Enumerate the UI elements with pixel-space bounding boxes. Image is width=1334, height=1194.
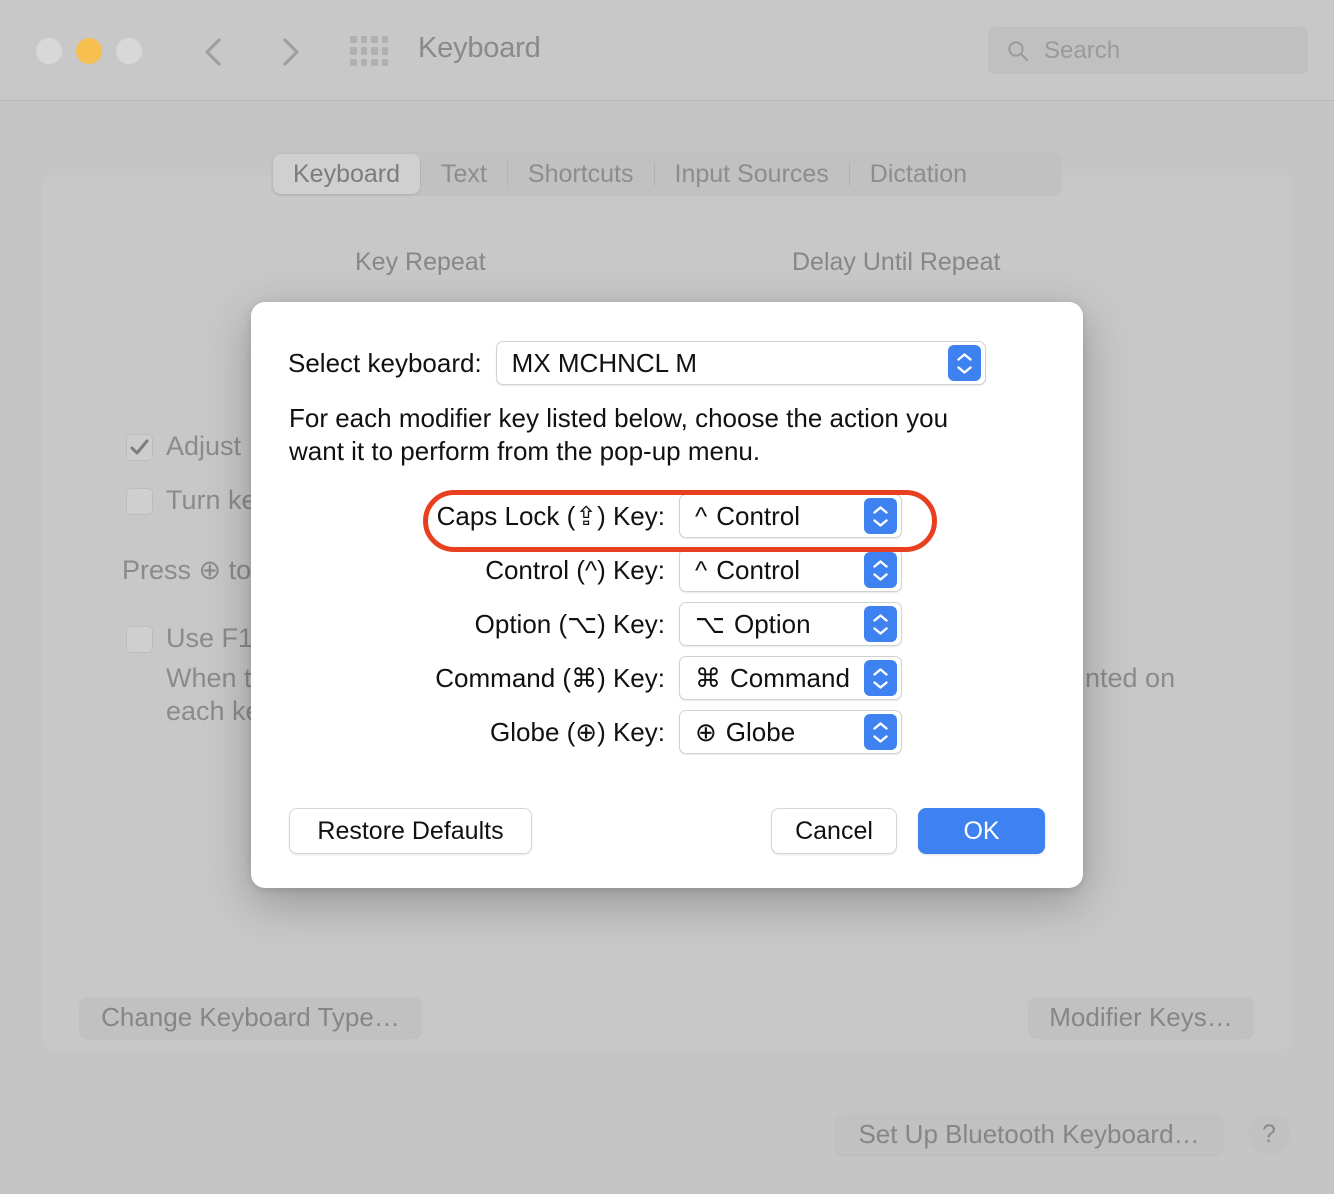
command-glyph-icon: ⌘: [695, 662, 721, 693]
control-label: Control (^) Key:: [485, 554, 665, 585]
caps-lock-select-value: Control: [716, 500, 801, 531]
globe-select-value: Globe: [725, 716, 796, 747]
use-fkeys-checkbox[interactable]: [126, 626, 153, 653]
help-button[interactable]: ?: [1248, 1113, 1290, 1155]
control-glyph-icon: ^: [695, 500, 708, 531]
caps-lock-select[interactable]: ^ Control: [679, 494, 902, 538]
window-titlebar: Keyboard Search: [0, 0, 1334, 101]
adjust-brightness-label: Adjust: [166, 431, 242, 461]
option-select-value: Option: [733, 608, 811, 639]
key-repeat-label: Key Repeat: [355, 248, 486, 276]
ok-button[interactable]: OK: [918, 808, 1045, 854]
command-label: Command (⌘) Key:: [435, 662, 665, 693]
delay-until-repeat-label: Delay Until Repeat: [792, 248, 1001, 276]
command-select[interactable]: ⌘ Command: [679, 656, 902, 700]
stepper-icon[interactable]: [864, 552, 897, 588]
search-icon: [1006, 39, 1030, 63]
cancel-button[interactable]: Cancel: [771, 808, 897, 854]
modifier-row-control: Control (^) Key: ^ Control: [251, 543, 1083, 597]
chevron-left-icon: [205, 38, 221, 66]
command-select-value: Command: [730, 662, 850, 693]
stepper-icon[interactable]: [947, 345, 981, 381]
dialog-instruction: For each modifier key listed below, choo…: [289, 403, 949, 466]
restore-defaults-button[interactable]: Restore Defaults: [289, 808, 532, 854]
turn-keyboard-backlight-checkbox[interactable]: [126, 488, 153, 515]
set-up-bluetooth-keyboard-button[interactable]: Set Up Bluetooth Keyboard…: [834, 1113, 1224, 1155]
turn-keyboard-backlight-label: Turn ke: [166, 485, 257, 515]
globe-glyph-icon: ⊕: [695, 716, 717, 747]
select-keyboard-label: Select keyboard:: [288, 347, 482, 378]
forward-button[interactable]: [268, 30, 312, 74]
chevron-right-icon: [283, 38, 299, 66]
search-input[interactable]: Search: [988, 27, 1308, 74]
page-title: Keyboard: [418, 32, 541, 64]
fkey-note-line1: When t: [166, 663, 252, 693]
minimize-button[interactable]: [76, 38, 102, 64]
modifier-keys-button[interactable]: Modifier Keys…: [1028, 997, 1254, 1038]
control-select-value: Control: [716, 554, 801, 585]
stepper-icon[interactable]: [864, 498, 897, 534]
tab-input-sources[interactable]: Input Sources: [655, 154, 849, 194]
modifier-keys-dialog: Select keyboard: MX MCHNCL M For each mo…: [251, 302, 1083, 888]
globe-select[interactable]: ⊕ Globe: [679, 710, 902, 754]
checkmark-icon: [130, 439, 149, 455]
fkey-note-right: nted on: [1085, 663, 1176, 693]
tab-bar: Keyboard Text Shortcuts Input Sources Di…: [271, 152, 1062, 196]
keyboard-select[interactable]: MX MCHNCL M: [495, 341, 986, 385]
select-keyboard-row: Select keyboard: MX MCHNCL M: [288, 341, 1046, 385]
traffic-light-buttons: [36, 38, 142, 64]
modifier-row-option: Option (⌥) Key: ⌥ Option: [251, 597, 1083, 651]
keyboard-preferences-window: Keyboard Search Keyboard Text Shortcuts …: [0, 0, 1334, 1194]
stepper-icon[interactable]: [864, 714, 897, 750]
stepper-icon[interactable]: [864, 606, 897, 642]
stepper-icon[interactable]: [864, 660, 897, 696]
option-label: Option (⌥) Key:: [474, 608, 665, 639]
tab-text[interactable]: Text: [421, 154, 507, 194]
option-glyph-icon: ⌥: [695, 608, 725, 639]
globe-label: Globe (⊕) Key:: [490, 716, 665, 747]
option-select[interactable]: ⌥ Option: [679, 602, 902, 646]
dialog-footer: Restore Defaults Cancel OK: [251, 808, 1083, 858]
change-keyboard-type-button[interactable]: Change Keyboard Type…: [79, 997, 422, 1038]
tab-dictation[interactable]: Dictation: [850, 154, 987, 194]
use-fkeys-label: Use F1,: [166, 623, 261, 653]
fkey-note-line2: each ke: [166, 696, 261, 726]
control-glyph-icon: ^: [695, 554, 708, 585]
back-button[interactable]: [192, 30, 236, 74]
modifier-row-command: Command (⌘) Key: ⌘ Command: [251, 651, 1083, 705]
tab-shortcuts[interactable]: Shortcuts: [508, 154, 654, 194]
close-button[interactable]: [36, 38, 62, 64]
modifier-row-globe: Globe (⊕) Key: ⊕ Globe: [251, 705, 1083, 759]
modifier-row-caps-lock: Caps Lock (⇪) Key: ^ Control: [251, 489, 1083, 543]
modifier-key-list: Caps Lock (⇪) Key: ^ Control Control (^)…: [251, 489, 1083, 759]
control-select[interactable]: ^ Control: [679, 548, 902, 592]
keyboard-select-value: MX MCHNCL M: [511, 347, 698, 378]
zoom-button[interactable]: [116, 38, 142, 64]
search-placeholder: Search: [1044, 36, 1121, 64]
grid-apps-icon[interactable]: [350, 36, 388, 66]
caps-lock-label: Caps Lock (⇪) Key:: [436, 500, 665, 531]
press-globe-text: Press ⊕ to: [122, 555, 252, 585]
adjust-brightness-checkbox[interactable]: [126, 434, 153, 461]
tab-keyboard[interactable]: Keyboard: [273, 154, 421, 194]
